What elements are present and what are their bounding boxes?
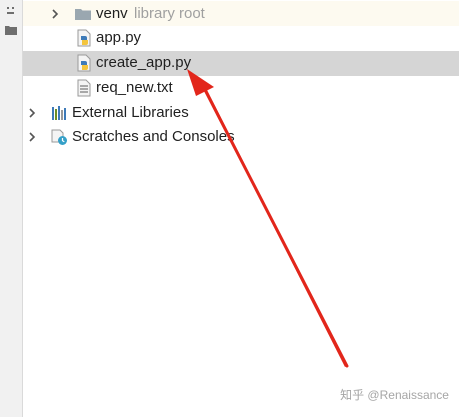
tree-item-req-new-txt[interactable]: req_new.txt <box>23 76 459 101</box>
tree-item-scratches-and-consoles[interactable]: Scratches and Consoles <box>23 124 459 149</box>
chevron-right-icon[interactable] <box>50 9 60 19</box>
tree-item-label: req_new.txt <box>96 79 173 96</box>
tree-item-create-app-py[interactable]: create_app.py <box>23 51 459 76</box>
chevron-right-icon[interactable] <box>27 132 37 142</box>
tree-item-venv[interactable]: venv library root <box>23 1 459 26</box>
folder-icon <box>75 9 91 20</box>
scratches-icon <box>51 129 67 145</box>
structure-tab-icon[interactable] <box>4 6 18 18</box>
tree-item-label: create_app.py <box>96 54 192 71</box>
python-file-icon <box>77 54 91 72</box>
library-root-hint: library root <box>134 5 205 22</box>
libraries-icon <box>52 106 66 120</box>
text-file-icon <box>77 79 91 97</box>
tree-item-label: Scratches and Consoles <box>72 128 235 145</box>
tree-item-label: External Libraries <box>72 104 189 121</box>
tree-item-label: venv <box>96 5 128 22</box>
project-tool-window-strip <box>0 0 23 417</box>
zhihu-watermark: 知乎 @Renaissance <box>340 388 449 402</box>
project-tree: venv library root app.py create_app.py r… <box>23 0 459 417</box>
project-tab-folder-icon[interactable] <box>4 24 18 36</box>
tree-item-external-libraries[interactable]: External Libraries <box>23 100 459 125</box>
chevron-right-icon[interactable] <box>27 108 37 118</box>
python-file-icon <box>77 29 91 47</box>
tree-item-label: app.py <box>96 29 142 46</box>
tree-item-app-py[interactable]: app.py <box>23 26 459 51</box>
